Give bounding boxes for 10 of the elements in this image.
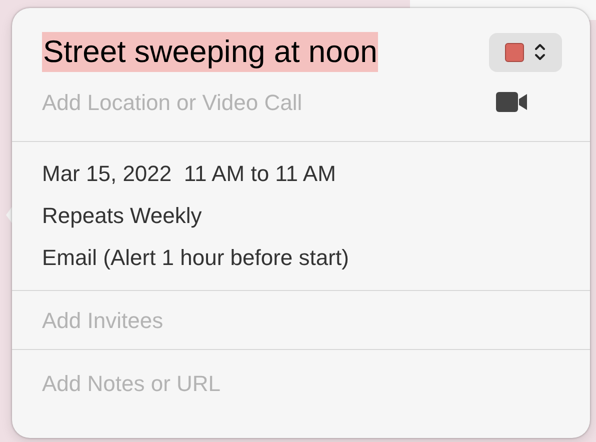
event-detail[interactable]: Repeats Weekly [42,201,202,230]
calendar-color-button[interactable] [489,32,562,72]
event-title[interactable]: Street sweeping at noon [42,32,378,72]
notes-field[interactable]: Add Notes or URL [42,366,542,400]
chevron-up-down-icon [534,43,546,61]
event-detail[interactable]: Mar 15, 2022 11 AM to 11 AM [42,159,336,188]
video-camera-icon[interactable] [496,91,528,113]
invitees-field[interactable]: Add Invitees [42,304,542,336]
location-field[interactable]: Add Location or Video Call [42,86,442,118]
event-detail[interactable]: Email (Alert 1 hour before start) [42,243,349,272]
